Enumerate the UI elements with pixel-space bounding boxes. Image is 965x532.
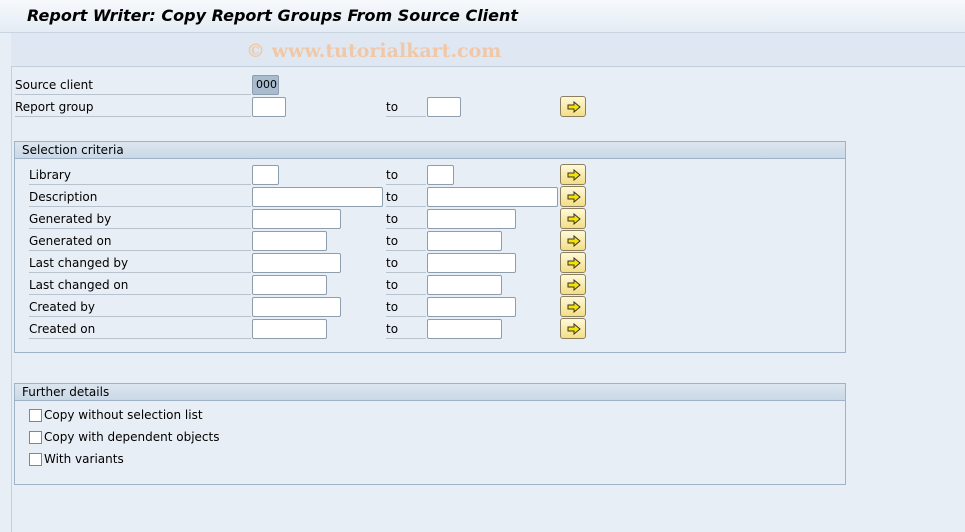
library-multiple-selection-button[interactable]	[560, 164, 586, 185]
copy-with-dependent-objects-label: Copy with dependent objects	[44, 429, 220, 445]
title-bar: Report Writer: Copy Report Groups From S…	[0, 0, 965, 33]
watermark: © www.tutorialkart.com	[246, 40, 501, 62]
last-changed-by-to-field[interactable]	[427, 253, 516, 273]
arrow-right-icon	[567, 301, 581, 313]
arrow-right-icon	[567, 101, 581, 113]
arrow-right-icon	[567, 235, 581, 247]
library-label: Library	[29, 167, 251, 185]
with-variants-checkbox[interactable]	[29, 453, 42, 466]
created-by-from-field[interactable]	[252, 297, 341, 317]
arrow-right-icon	[567, 213, 581, 225]
left-edge-divider	[11, 67, 12, 532]
copy-with-dependent-objects-checkbox[interactable]	[29, 431, 42, 444]
generated-on-to-label: to	[386, 233, 426, 251]
last-changed-on-from-field[interactable]	[252, 275, 327, 295]
page-title: Report Writer: Copy Report Groups From S…	[27, 6, 518, 25]
created-on-to-field[interactable]	[427, 319, 502, 339]
last-changed-by-label: Last changed by	[29, 255, 251, 273]
last-changed-by-to-label: to	[386, 255, 426, 273]
source-client-label: Source client	[15, 77, 251, 95]
report-group-from-field[interactable]	[252, 97, 286, 117]
further-details-header: Further details	[15, 384, 845, 401]
arrow-right-icon	[567, 191, 581, 203]
generated-by-to-label: to	[386, 211, 426, 229]
last-changed-on-to-field[interactable]	[427, 275, 502, 295]
created-by-to-label: to	[386, 299, 426, 317]
description-label: Description	[29, 189, 251, 207]
with-variants-label: With variants	[44, 451, 124, 467]
source-client-field[interactable]: 000	[252, 75, 279, 95]
library-to-field[interactable]	[427, 165, 454, 185]
created-by-to-field[interactable]	[427, 297, 516, 317]
report-group-label: Report group	[15, 99, 251, 117]
selection-criteria-header: Selection criteria	[15, 142, 845, 159]
generated-by-label: Generated by	[29, 211, 251, 229]
last-changed-by-from-field[interactable]	[252, 253, 341, 273]
description-multiple-selection-button[interactable]	[560, 186, 586, 207]
created-on-label: Created on	[29, 321, 251, 339]
report-group-to-label: to	[386, 99, 426, 117]
description-to-field[interactable]	[427, 187, 558, 207]
report-group-to-field[interactable]	[427, 97, 461, 117]
last-changed-on-label: Last changed on	[29, 277, 251, 295]
created-on-multiple-selection-button[interactable]	[560, 318, 586, 339]
created-on-from-field[interactable]	[252, 319, 327, 339]
description-to-label: to	[386, 189, 426, 207]
last-changed-on-to-label: to	[386, 277, 426, 295]
arrow-right-icon	[567, 323, 581, 335]
copy-without-selection-list-label: Copy without selection list	[44, 407, 203, 423]
created-on-to-label: to	[386, 321, 426, 339]
generated-on-multiple-selection-button[interactable]	[560, 230, 586, 251]
generated-on-label: Generated on	[29, 233, 251, 251]
generated-by-from-field[interactable]	[252, 209, 341, 229]
report-group-multiple-selection-button[interactable]	[560, 96, 586, 117]
arrow-right-icon	[567, 169, 581, 181]
arrow-right-icon	[567, 257, 581, 269]
last-changed-by-multiple-selection-button[interactable]	[560, 252, 586, 273]
library-to-label: to	[386, 167, 426, 185]
created-by-multiple-selection-button[interactable]	[560, 296, 586, 317]
generated-on-from-field[interactable]	[252, 231, 327, 251]
created-by-label: Created by	[29, 299, 251, 317]
generated-by-multiple-selection-button[interactable]	[560, 208, 586, 229]
description-from-field[interactable]	[252, 187, 383, 207]
arrow-right-icon	[567, 279, 581, 291]
generated-by-to-field[interactable]	[427, 209, 516, 229]
generated-on-to-field[interactable]	[427, 231, 502, 251]
last-changed-on-multiple-selection-button[interactable]	[560, 274, 586, 295]
library-from-field[interactable]	[252, 165, 279, 185]
copy-without-selection-list-checkbox[interactable]	[29, 409, 42, 422]
